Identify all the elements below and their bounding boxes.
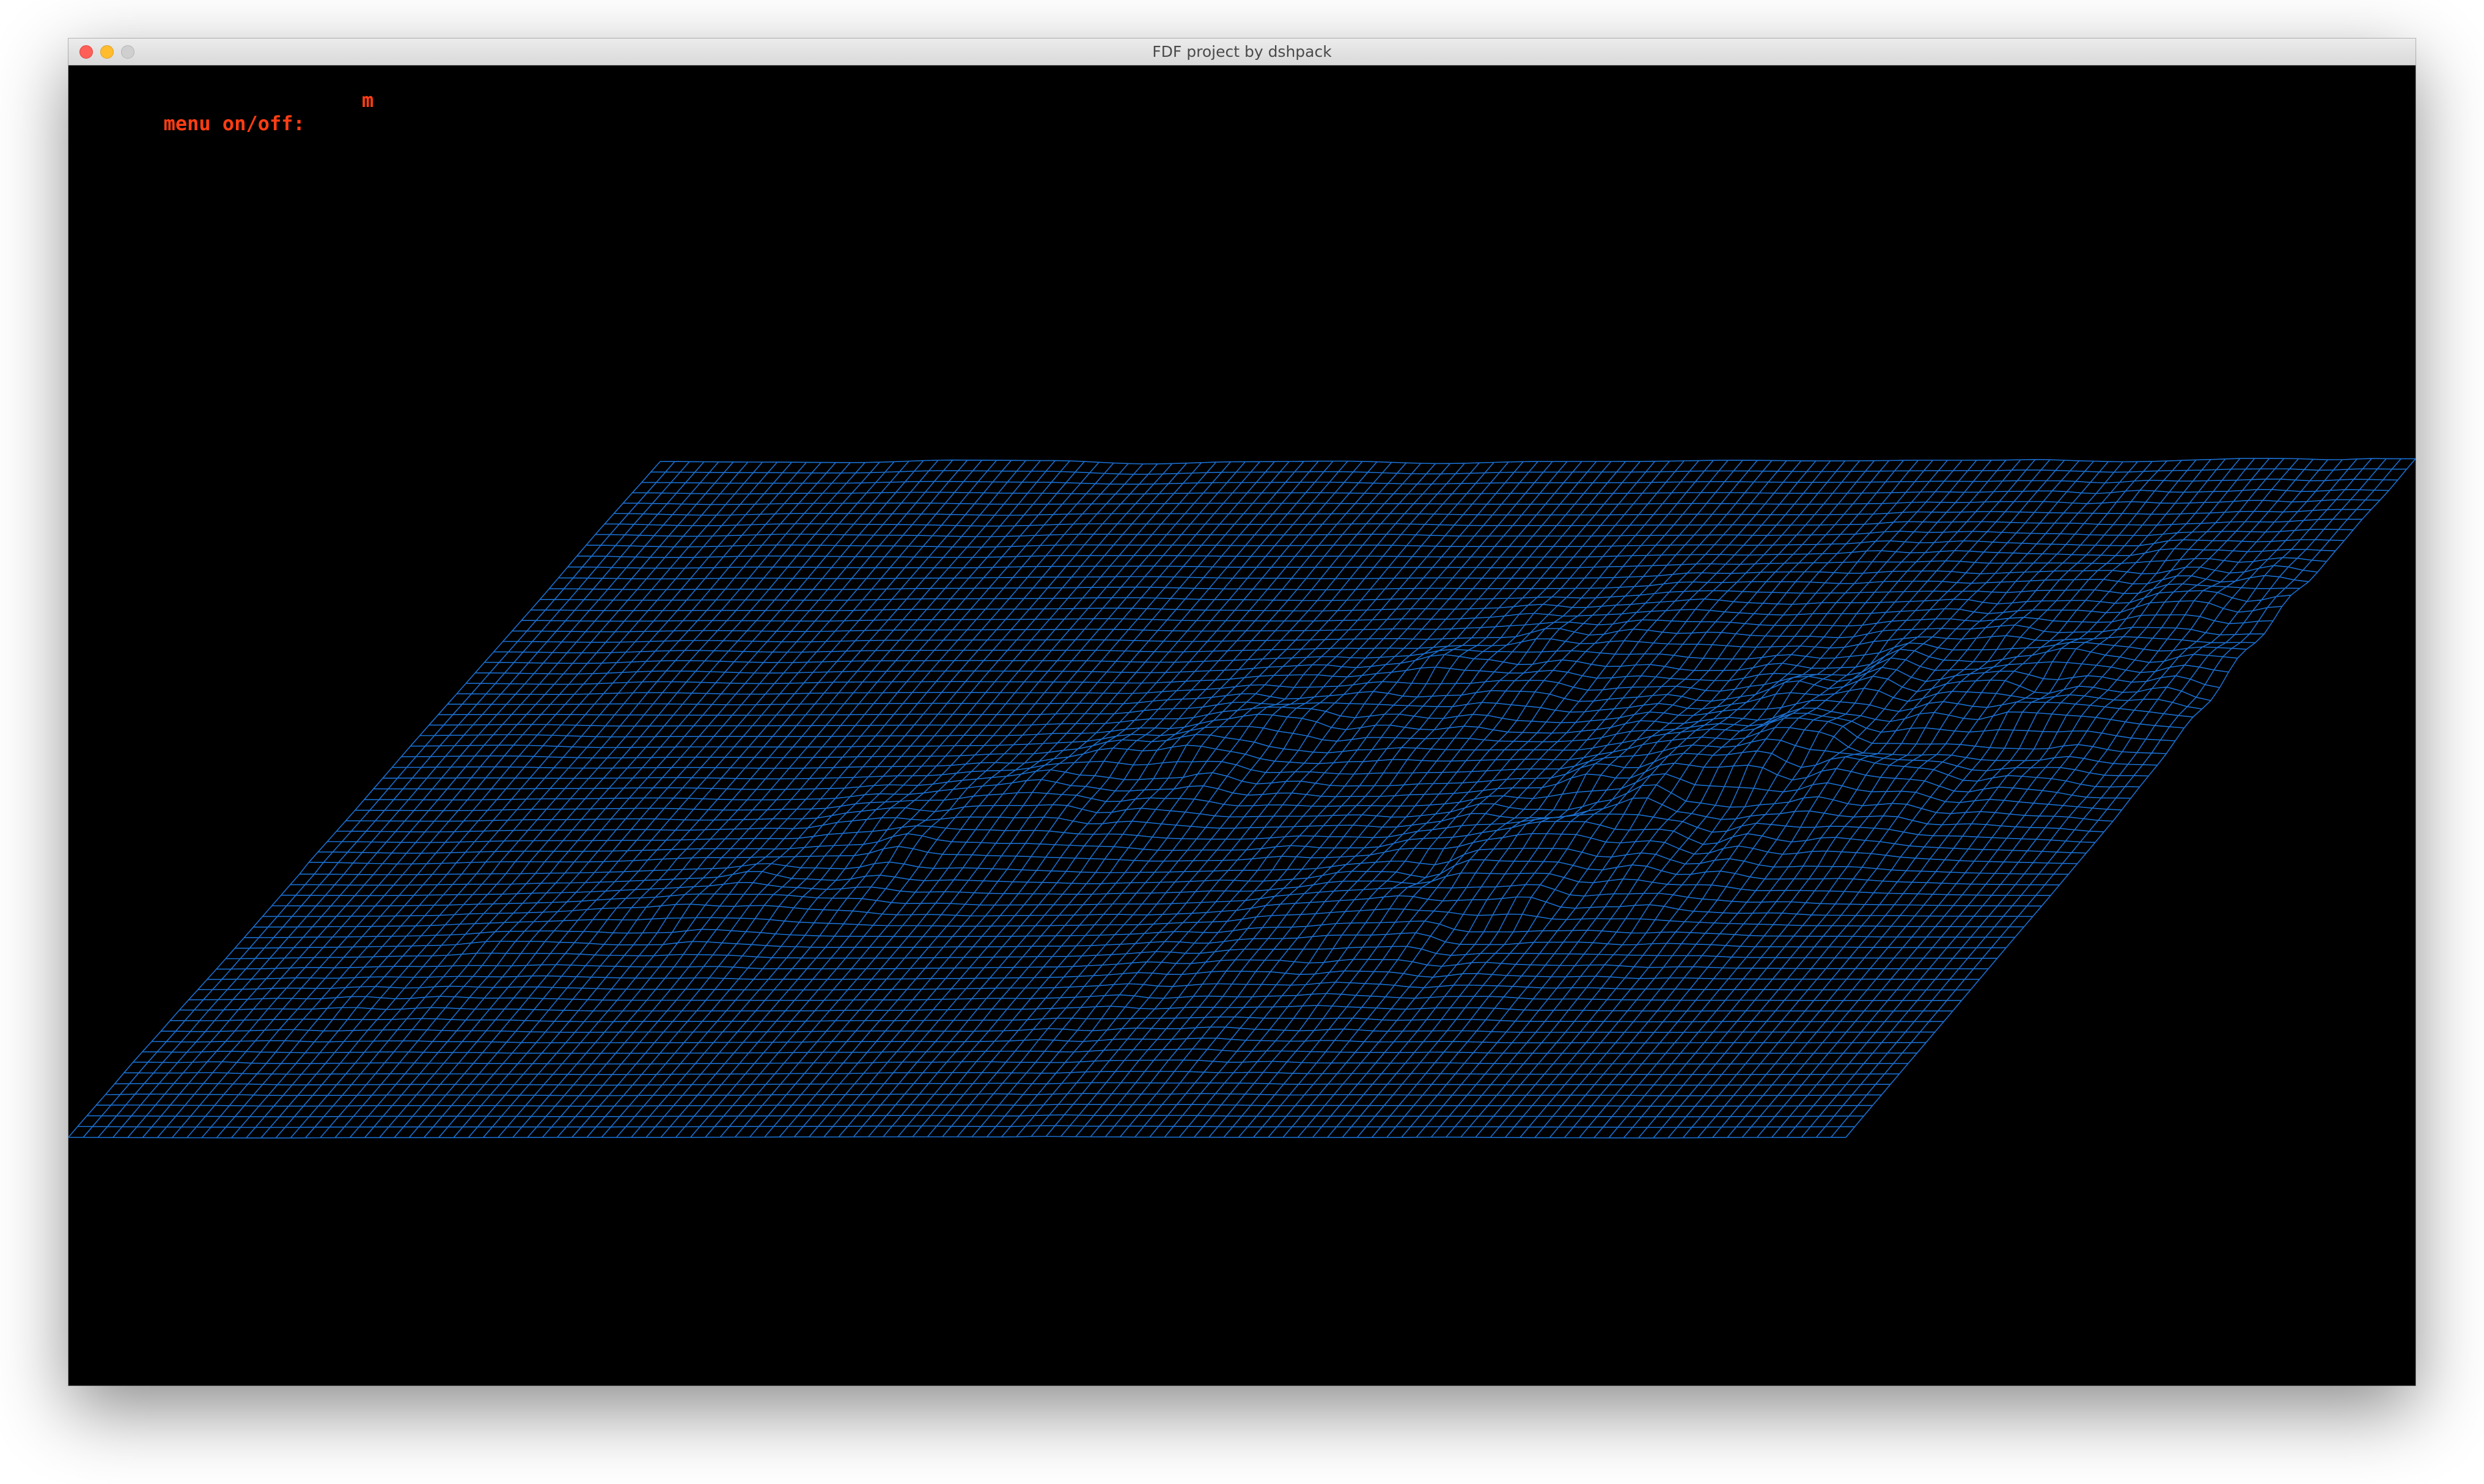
menu-hint-label: menu on/off: xyxy=(163,112,305,135)
title-bar[interactable]: FDF project by dshpack xyxy=(68,39,2416,65)
render-canvas[interactable]: menu on/off: m xyxy=(68,65,2416,1386)
wireframe-mesh xyxy=(68,458,2416,1139)
window-title: FDF project by dshpack xyxy=(1152,43,1332,61)
menu-hint-key: m xyxy=(362,89,374,112)
wireframe-lines xyxy=(68,458,2416,1139)
menu-hint: menu on/off: m xyxy=(93,89,374,182)
wireframe-map xyxy=(68,458,2416,1139)
app-window: FDF project by dshpack menu on/off: m xyxy=(68,39,2416,1386)
